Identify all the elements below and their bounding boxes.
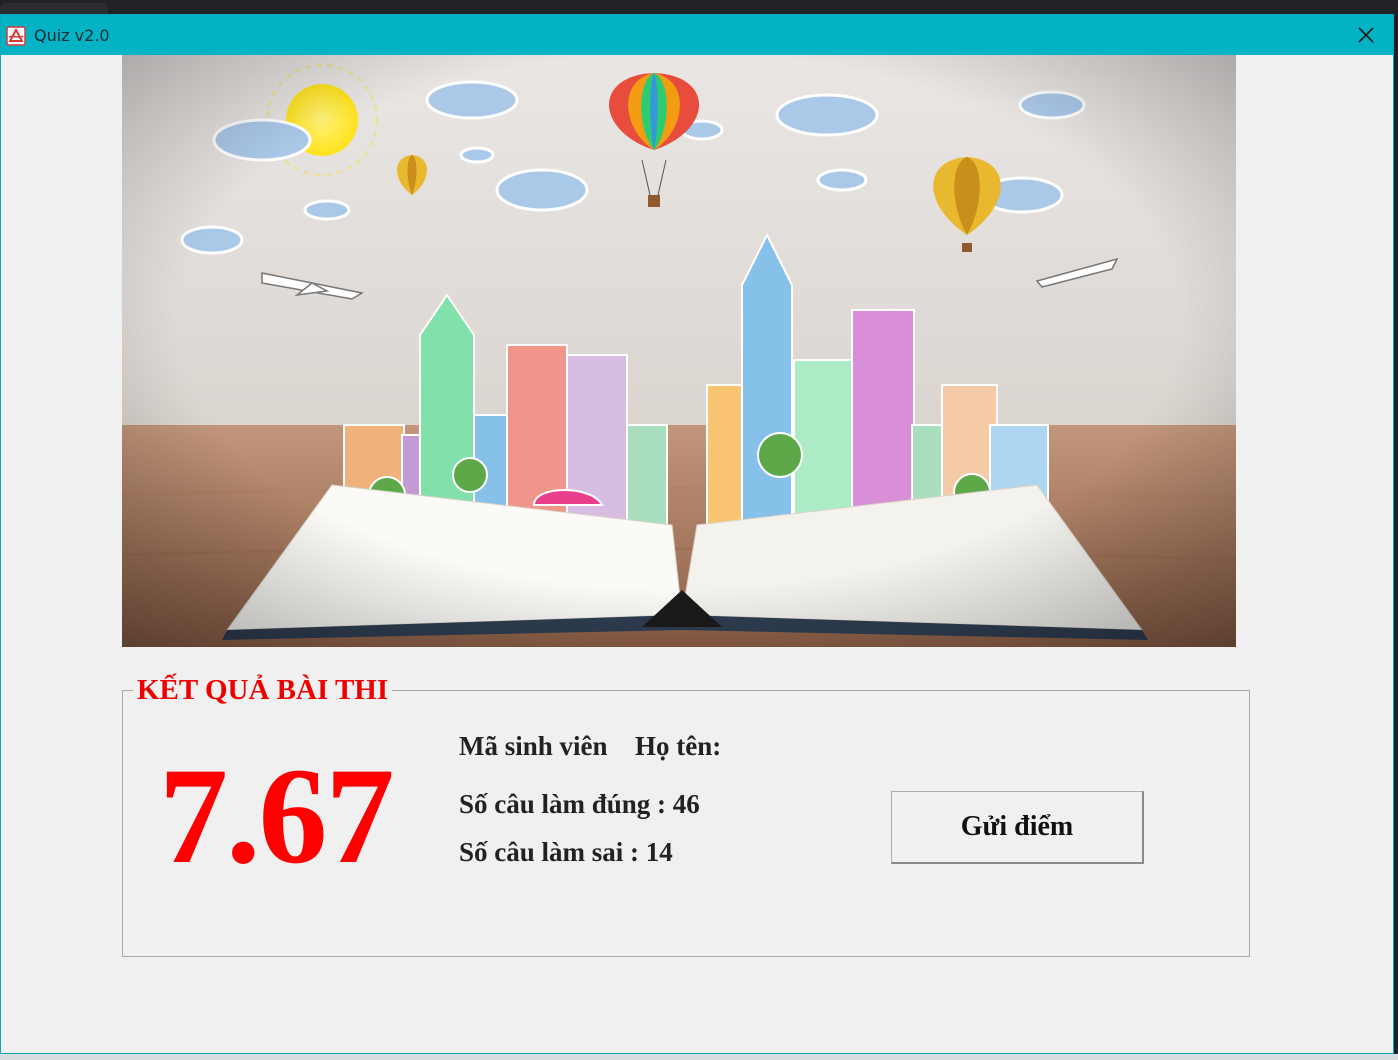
- os-tab: [0, 3, 108, 14]
- window-title: Quiz v2.0: [34, 26, 110, 45]
- window-bottom-edge: [0, 1054, 1398, 1060]
- student-id-label: Mã sinh viên: [459, 731, 608, 761]
- close-button[interactable]: [1339, 15, 1393, 55]
- student-info-line: Mã sinh viên Họ tên:: [459, 731, 721, 762]
- title-bar[interactable]: Quiz v2.0: [1, 15, 1393, 55]
- student-name-label: Họ tên:: [635, 731, 722, 761]
- os-top-strip: [0, 0, 1398, 14]
- send-score-button[interactable]: Gửi điểm: [891, 791, 1144, 864]
- close-icon: [1358, 27, 1374, 43]
- wrong-count-label: Số câu làm sai : 14: [459, 837, 673, 867]
- quiz-window: Quiz v2.0 KẾT QUẢ BÀI THI 7.67 Mã sinh v…: [0, 14, 1394, 1054]
- result-heading: KẾT QUẢ BÀI THI: [133, 674, 393, 706]
- result-groupbox: KẾT QUẢ BÀI THI 7.67 Mã sinh viên Họ tên…: [122, 674, 1250, 957]
- score-value: 7.67: [159, 739, 394, 892]
- app-icon: [5, 25, 27, 47]
- correct-count-label: Số câu làm đúng : 46: [459, 789, 700, 819]
- banner-image: [122, 55, 1236, 647]
